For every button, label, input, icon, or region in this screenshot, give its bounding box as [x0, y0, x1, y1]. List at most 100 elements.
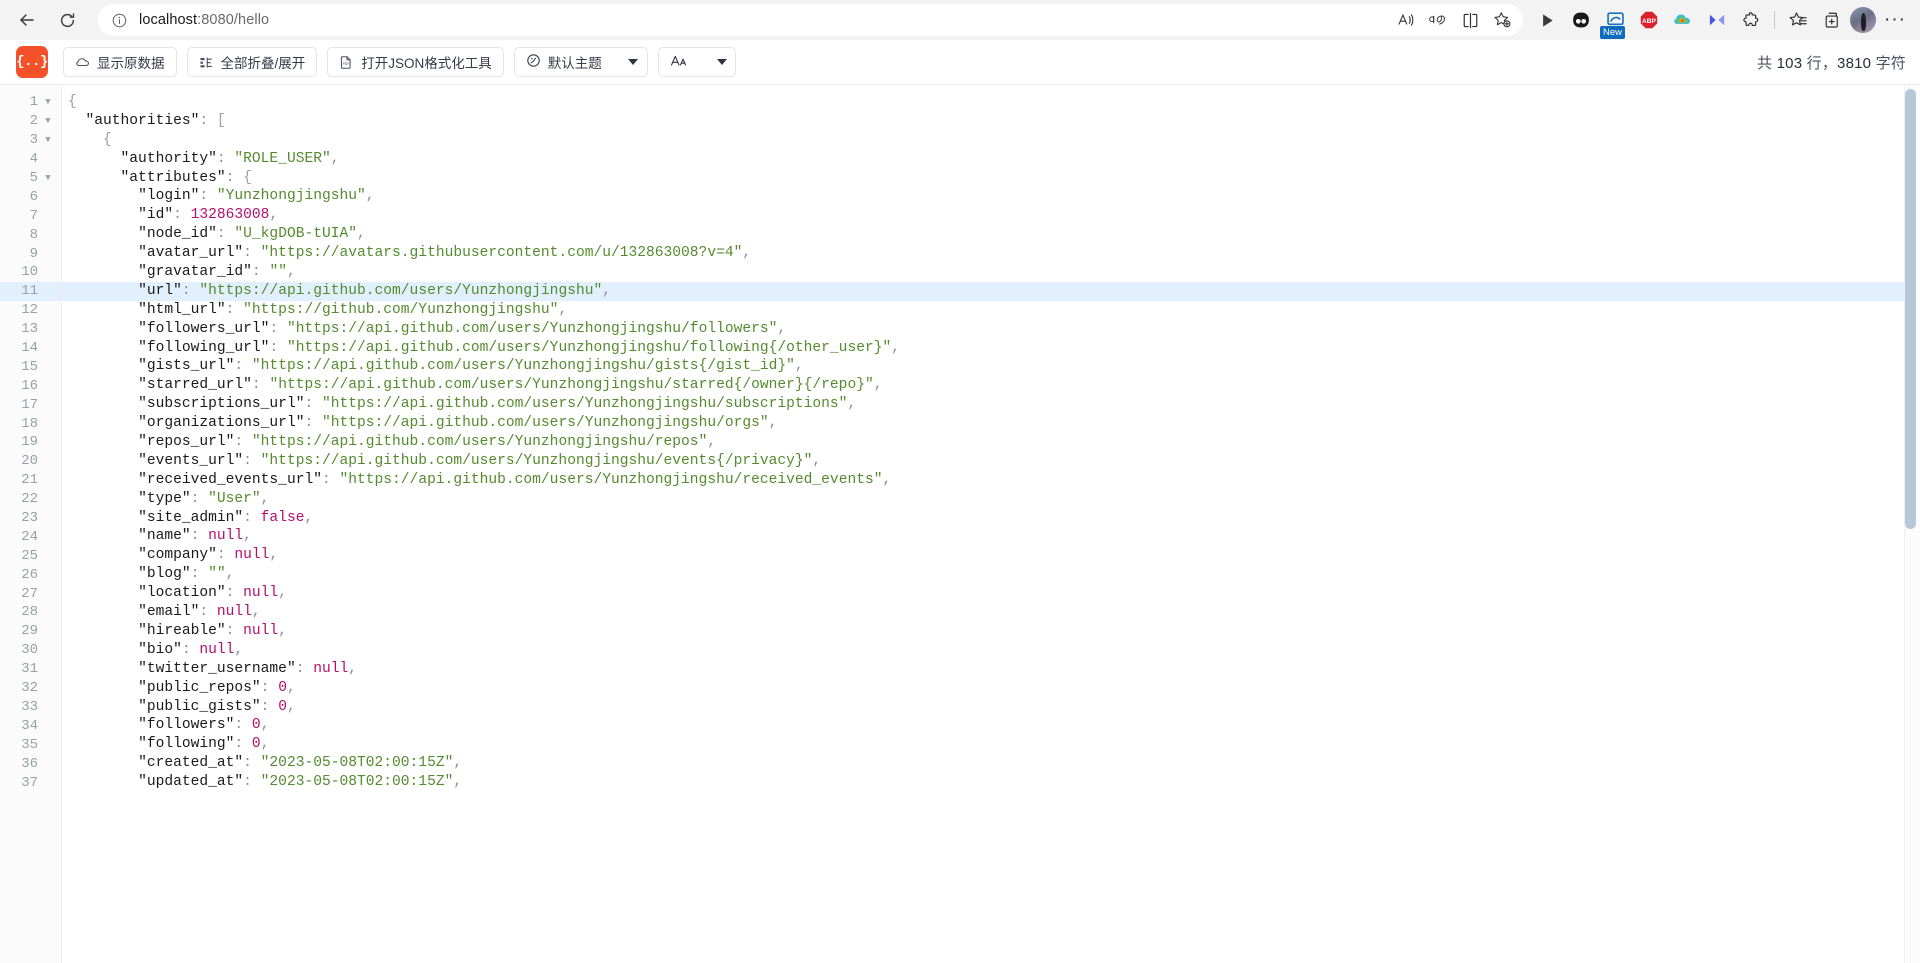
chevron-down-icon[interactable]: [627, 59, 638, 65]
code-line[interactable]: "followers_url": "https://api.github.com…: [62, 320, 1920, 339]
read-aloud-icon[interactable]: [1391, 6, 1421, 34]
code-line[interactable]: "following_url": "https://api.github.com…: [62, 339, 1920, 358]
token-key: "node_id": [138, 226, 217, 243]
code-line[interactable]: "created_at": "2023-05-08T02:00:15Z",: [62, 754, 1920, 773]
code-line[interactable]: "attributes": {: [62, 169, 1920, 188]
address-bar[interactable]: localhost:8080/hello: [98, 4, 1523, 36]
fold-toggle-icon[interactable]: ▼: [41, 116, 55, 126]
vertical-scrollbar-track[interactable]: [1904, 85, 1920, 963]
code-line[interactable]: "gists_url": "https://api.github.com/use…: [62, 357, 1920, 376]
dualsafe-extension-icon[interactable]: [1565, 4, 1597, 36]
code-line[interactable]: "location": null,: [62, 584, 1920, 603]
code-line[interactable]: "public_gists": 0,: [62, 698, 1920, 717]
code-line[interactable]: "authority": "ROLE_USER",: [62, 150, 1920, 169]
code-line[interactable]: "starred_url": "https://api.github.com/u…: [62, 376, 1920, 395]
code-line[interactable]: "subscriptions_url": "https://api.github…: [62, 395, 1920, 414]
line-number: 23: [21, 510, 38, 527]
code-line[interactable]: "followers": 0,: [62, 716, 1920, 735]
vertical-scrollbar-thumb[interactable]: [1905, 89, 1916, 529]
url-text[interactable]: localhost:8080/hello: [130, 12, 1391, 28]
puzzle-extensions-icon[interactable]: [1735, 4, 1767, 36]
chevron-down-icon[interactable]: [716, 59, 727, 65]
collapse-expand-all-button[interactable]: 全部折叠/展开: [186, 47, 318, 77]
token-punc: :: [260, 698, 279, 715]
token-punc: ,: [742, 245, 752, 262]
code-line[interactable]: "type": "User",: [62, 490, 1920, 509]
token-str: "https://api.github.com/users/Yunzhongji…: [321, 396, 848, 413]
token-punc: ,: [269, 207, 279, 224]
code-line[interactable]: "email": null,: [62, 603, 1920, 622]
line-number: 33: [21, 698, 38, 715]
token-key: "following": [138, 736, 235, 753]
code-line[interactable]: "updated_at": "2023-05-08T02:00:15Z",: [62, 773, 1920, 792]
back-button[interactable]: [8, 4, 46, 36]
code-line[interactable]: "public_repos": 0,: [62, 679, 1920, 698]
reload-button[interactable]: [48, 4, 86, 36]
fold-toggle-icon[interactable]: ▼: [41, 135, 55, 145]
code-line[interactable]: "node_id": "U_kgDOB-tUIA",: [62, 225, 1920, 244]
info-circle-icon[interactable]: [108, 9, 130, 31]
token-punc: :: [190, 566, 209, 583]
fold-toggle-icon[interactable]: ▼: [41, 173, 55, 183]
screenshot-extension-icon[interactable]: New: [1599, 4, 1631, 39]
token-punc: ,: [260, 717, 270, 734]
code-line[interactable]: "events_url": "https://api.github.com/us…: [62, 452, 1920, 471]
token-punc: ,: [269, 547, 279, 564]
code-line[interactable]: {: [62, 93, 1920, 112]
line-number: 17: [21, 396, 38, 413]
translate-icon[interactable]: [1423, 6, 1453, 34]
token-punc: :: [181, 282, 200, 299]
code-line[interactable]: {: [62, 131, 1920, 150]
colorful-cloud-extension-icon[interactable]: [1667, 4, 1699, 36]
code-line[interactable]: "twitter_username": null,: [62, 660, 1920, 679]
favorites-list-icon[interactable]: [1782, 4, 1814, 36]
open-json-formatter-button[interactable]: PDF 打开JSON格式化工具: [327, 47, 504, 77]
token-key: "authority": [120, 150, 217, 167]
show-raw-data-button[interactable]: 显示原数据: [63, 47, 177, 77]
code-line[interactable]: "html_url": "https://github.com/Yunzhong…: [62, 301, 1920, 320]
fold-toggle-icon[interactable]: ▼: [41, 97, 55, 107]
avatar[interactable]: [1850, 7, 1876, 33]
token-brace: [: [216, 112, 226, 129]
code-line[interactable]: "bio": null,: [62, 641, 1920, 660]
token-key: "authorities": [85, 112, 200, 129]
adblock-plus-extension-icon[interactable]: ABP: [1633, 4, 1665, 36]
gutter-line: 33▼: [0, 698, 61, 717]
font-size-select[interactable]: [657, 47, 736, 77]
code-line[interactable]: "following": 0,: [62, 735, 1920, 754]
token-str: "": [208, 566, 226, 583]
more-options-icon[interactable]: ···: [1878, 4, 1912, 36]
token-bool: false: [260, 509, 305, 526]
code-line[interactable]: "received_events_url": "https://api.gith…: [62, 471, 1920, 490]
theme-select[interactable]: 默认主题: [513, 47, 648, 77]
code-line[interactable]: "gravatar_id": "",: [62, 263, 1920, 282]
code-line[interactable]: "company": null,: [62, 546, 1920, 565]
line-number: 2: [29, 113, 38, 130]
code-line[interactable]: "blog": "",: [62, 565, 1920, 584]
split-screen-icon[interactable]: [1455, 6, 1485, 34]
code-line[interactable]: "organizations_url": "https://api.github…: [62, 414, 1920, 433]
code-line[interactable]: "id": 132863008,: [62, 206, 1920, 225]
token-key: "subscriptions_url": [138, 396, 305, 413]
token-key: "type": [138, 490, 191, 507]
play-extension-icon[interactable]: [1531, 4, 1563, 36]
code-line[interactable]: "site_admin": false,: [62, 509, 1920, 528]
code-line[interactable]: "login": "Yunzhongjingshu",: [62, 187, 1920, 206]
arrows-extension-icon[interactable]: [1701, 4, 1733, 36]
code-content[interactable]: { "authorities": [ { "authority": "ROLE_…: [62, 85, 1920, 963]
code-line[interactable]: "avatar_url": "https://avatars.githubuse…: [62, 244, 1920, 263]
token-punc: :: [225, 301, 244, 318]
code-line[interactable]: "authorities": [: [62, 112, 1920, 131]
code-line[interactable]: "repos_url": "https://api.github.com/use…: [62, 433, 1920, 452]
token-punc: ,: [234, 641, 244, 658]
token-key: "created_at": [138, 755, 244, 772]
code-line[interactable]: "hireable": null,: [62, 622, 1920, 641]
add-collection-icon[interactable]: [1816, 4, 1848, 36]
code-line[interactable]: "name": null,: [62, 527, 1920, 546]
line-number: 20: [21, 453, 38, 470]
token-key: "received_events_url": [138, 471, 322, 488]
token-punc: :: [243, 509, 261, 526]
code-line[interactable]: "url": "https://api.github.com/users/Yun…: [62, 281, 1920, 301]
add-favorite-icon[interactable]: [1487, 6, 1517, 34]
show-raw-data-label: 显示原数据: [97, 56, 165, 71]
